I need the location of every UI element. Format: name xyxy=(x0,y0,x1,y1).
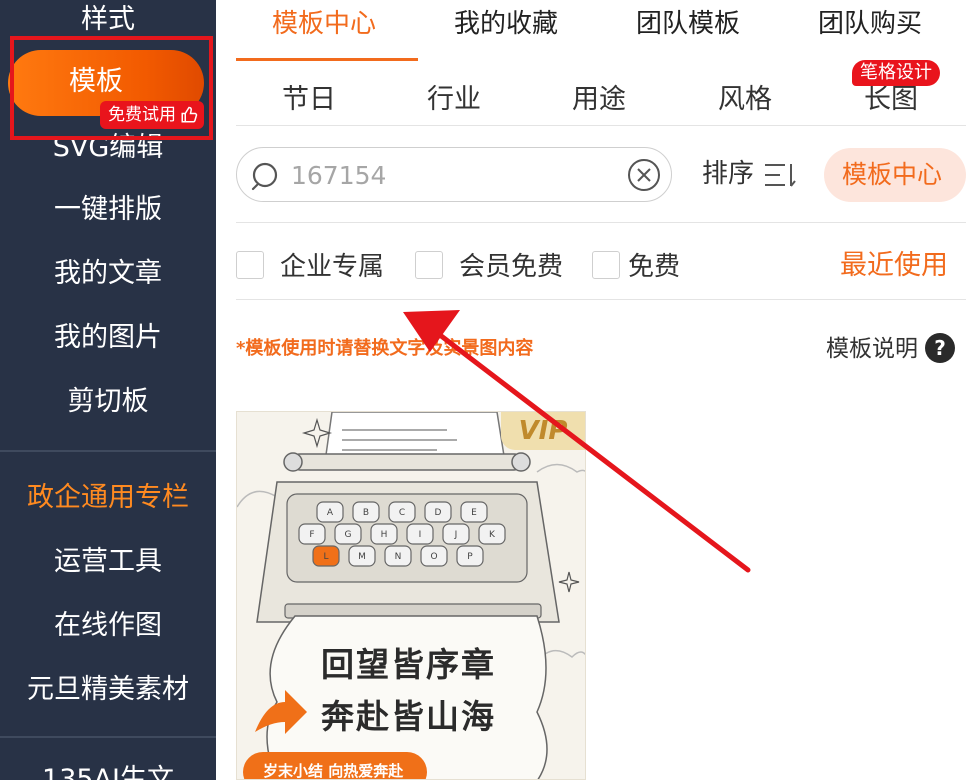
card-subtitle-pill: 岁末小结 向热爱奔赴 xyxy=(243,752,427,779)
key-label: D xyxy=(435,508,442,518)
sidebar-item-style[interactable]: 样式 xyxy=(0,0,216,40)
key-label: H xyxy=(381,530,388,540)
subtab-industry[interactable]: 行业 xyxy=(427,80,481,120)
tab-my-favorites[interactable]: 我的收藏 xyxy=(454,4,558,44)
key-label: J xyxy=(454,530,458,540)
filter-enterprise[interactable]: 企业专属 xyxy=(236,246,384,283)
tab-team-templates[interactable]: 团队模板 xyxy=(636,4,740,44)
key-label: N xyxy=(395,552,402,562)
divider xyxy=(236,125,966,126)
sidebar-item-ai-writing[interactable]: 135AI生文 xyxy=(0,760,216,780)
filter-free[interactable]: 免费 xyxy=(592,246,680,283)
key-label: E xyxy=(471,508,477,518)
card-title-line: 奔赴皆山海 xyxy=(321,697,496,736)
vip-tag: VIP xyxy=(501,412,585,450)
divider xyxy=(236,299,966,300)
search-icon xyxy=(251,162,278,191)
checkbox[interactable] xyxy=(236,250,264,279)
filter-label: 会员免费 xyxy=(459,252,564,282)
key-label: O xyxy=(430,552,437,562)
tab-template-center[interactable]: 模板中心 xyxy=(272,4,376,44)
sidebar-item-one-click-layout[interactable]: 一键排版 xyxy=(0,190,216,230)
search-box xyxy=(236,147,672,202)
tab-team-purchase[interactable]: 团队购买 xyxy=(818,4,922,44)
sort-button[interactable]: 排序 xyxy=(702,154,754,194)
checkbox[interactable] xyxy=(415,250,443,279)
subtab-purpose[interactable]: 用途 xyxy=(572,80,626,120)
key-label: F xyxy=(309,530,314,540)
free-trial-badge: 免费试用 xyxy=(100,101,204,129)
search-input[interactable] xyxy=(291,156,611,194)
key-label: G xyxy=(345,530,352,540)
sidebar-item-label: 模板 xyxy=(69,66,123,97)
thumbs-up-icon xyxy=(181,106,198,123)
template-center-button[interactable]: 模板中心 xyxy=(824,148,966,202)
template-card[interactable]: A B C D E F G H I J K L M N O P VIP 回望皆序… xyxy=(236,411,586,780)
key-label: I xyxy=(419,530,422,540)
recently-used-link[interactable]: 最近使用 xyxy=(840,246,948,286)
sidebar-item-online-drawing[interactable]: 在线作图 xyxy=(0,606,216,646)
sidebar-item-new-year-materials[interactable]: 元旦精美素材 xyxy=(0,670,216,710)
sidebar-item-my-articles[interactable]: 我的文章 xyxy=(0,254,216,294)
active-tab-indicator xyxy=(236,58,418,61)
free-trial-label: 免费试用 xyxy=(108,105,176,125)
subtab-style[interactable]: 风格 xyxy=(718,80,772,120)
key-label: A xyxy=(327,508,334,518)
filter-member-free[interactable]: 会员免费 xyxy=(415,246,563,283)
sidebar: 样式 模板 SVG编辑 免费试用 一键排版 我的文章 我的图片 剪切板 政企通用… xyxy=(0,0,216,780)
sidebar-item-government-column[interactable]: 政企通用专栏 xyxy=(0,478,216,518)
subtab-long-image[interactable]: 长图 xyxy=(864,80,918,120)
filter-label: 企业专属 xyxy=(280,252,385,282)
card-title-line: 回望皆序章 xyxy=(321,645,496,684)
help-icon[interactable]: ? xyxy=(925,333,955,363)
subtab-holiday[interactable]: 节日 xyxy=(282,80,336,120)
key-label: B xyxy=(363,508,369,518)
key-label: L xyxy=(323,552,328,562)
key-label: P xyxy=(467,552,473,562)
checkbox[interactable] xyxy=(592,250,620,279)
sidebar-divider xyxy=(0,736,216,738)
sort-icon[interactable] xyxy=(763,162,797,188)
designer-badge: 笔格设计 xyxy=(852,60,940,86)
usage-notice: *模板使用时请替换文字及实景图内容 xyxy=(236,338,534,359)
key-label: M xyxy=(358,552,366,562)
clear-icon[interactable] xyxy=(627,158,661,192)
divider xyxy=(236,222,966,223)
sidebar-item-operation-tools[interactable]: 运营工具 xyxy=(0,542,216,582)
template-help-link[interactable]: 模板说明 xyxy=(826,332,918,366)
sidebar-item-my-images[interactable]: 我的图片 xyxy=(0,318,216,358)
sidebar-item-svg-edit[interactable]: SVG编辑 xyxy=(0,128,216,168)
sidebar-item-clipboard[interactable]: 剪切板 xyxy=(0,382,216,422)
sidebar-divider xyxy=(0,450,216,452)
filter-label: 免费 xyxy=(628,252,681,282)
key-label: C xyxy=(399,508,405,518)
